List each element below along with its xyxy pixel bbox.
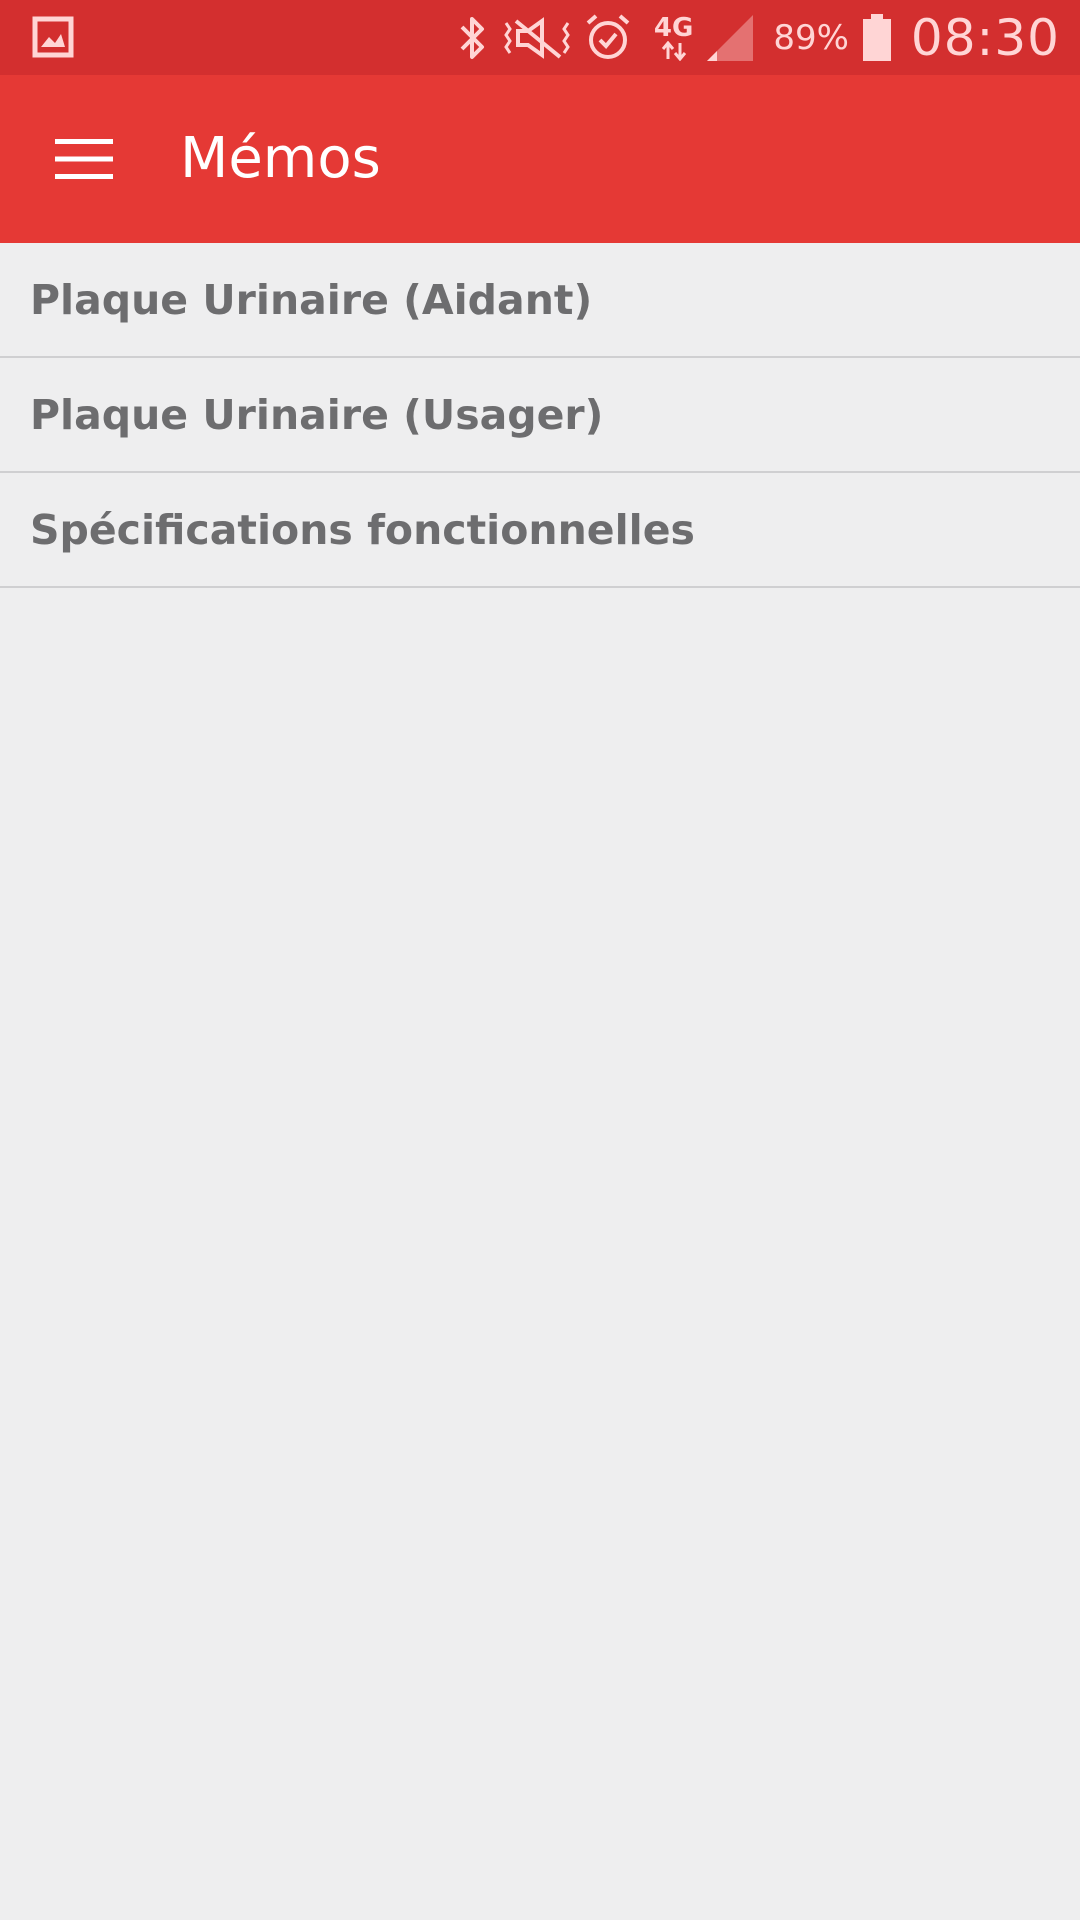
memo-list: Plaque Urinaire (Aidant) Plaque Urinaire… — [0, 243, 1080, 588]
app-bar: Mémos — [0, 75, 1080, 243]
page-title: Mémos — [180, 126, 381, 191]
status-icons: 4G 89% 08:30 — [454, 0, 1060, 75]
alarm-icon — [584, 13, 632, 63]
hamburger-menu-icon — [55, 139, 113, 179]
network-label: 4G — [653, 12, 694, 43]
memo-item[interactable]: Plaque Urinaire (Usager) — [0, 358, 1080, 473]
battery-icon — [861, 13, 893, 63]
bluetooth-icon — [454, 13, 490, 63]
memo-item-label: Spécifications fonctionnelles — [30, 505, 695, 554]
memo-item-label: Plaque Urinaire (Aidant) — [30, 275, 593, 324]
menu-button[interactable] — [30, 117, 138, 201]
battery-percent: 89% — [773, 17, 849, 58]
vibrate-off-icon — [502, 13, 572, 63]
memo-item[interactable]: Spécifications fonctionnelles — [0, 473, 1080, 588]
clock: 08:30 — [910, 8, 1060, 67]
status-bar: 4G 89% 08:30 — [0, 0, 1080, 75]
network-4g-icon: 4G — [654, 15, 693, 61]
memo-item-label: Plaque Urinaire (Usager) — [30, 390, 604, 439]
gallery-icon — [32, 16, 74, 58]
signal-icon — [705, 13, 755, 63]
memo-item[interactable]: Plaque Urinaire (Aidant) — [0, 243, 1080, 358]
